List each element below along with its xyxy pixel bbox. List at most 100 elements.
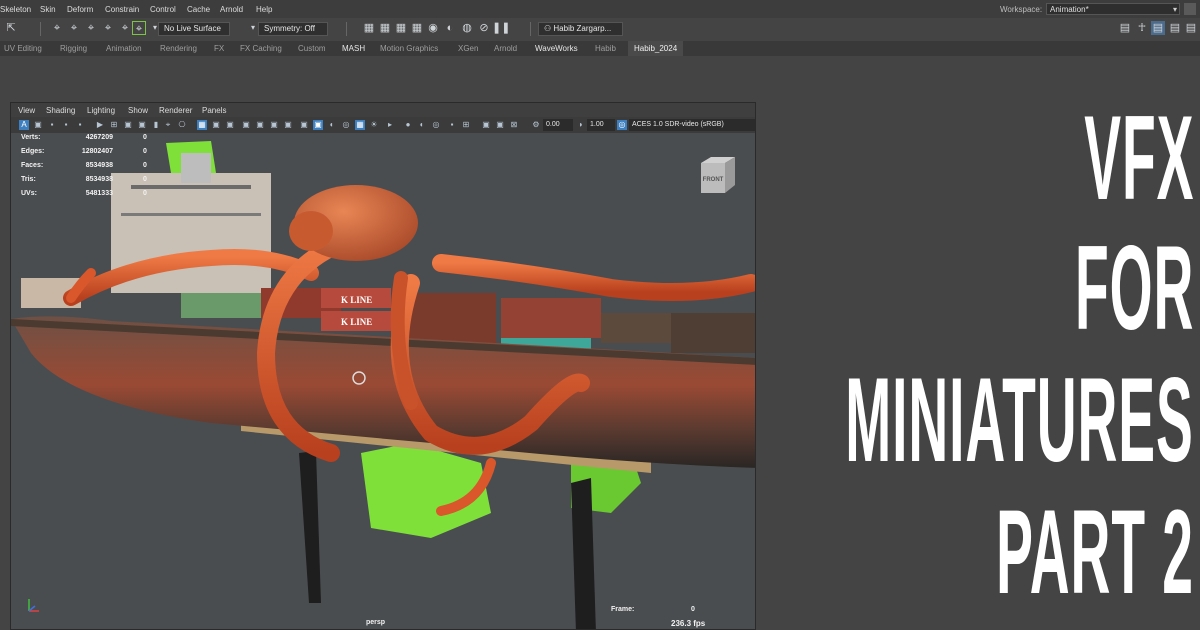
frame-label: Frame: — [611, 606, 635, 613]
2d-pan-zoom-icon[interactable]: ▪ — [75, 120, 85, 130]
channel-box-icon[interactable]: ▤ — [1184, 21, 1198, 35]
render-icon[interactable]: ▦ — [378, 21, 392, 35]
xray-icon[interactable]: ◎ — [341, 120, 351, 130]
user-account-field[interactable]: ⚇ Habib Zargarp... — [538, 22, 623, 36]
film-gate-icon[interactable]: ▣ — [123, 120, 133, 130]
resolution-gate-icon[interactable]: ▣ — [137, 120, 147, 130]
exposure-field[interactable]: 0.00 — [543, 119, 573, 131]
attribute-editor-icon[interactable]: ▤ — [1151, 21, 1165, 35]
xray-joints-icon[interactable]: ▦ — [355, 120, 365, 130]
new-scene-icon[interactable]: ▦ — [362, 21, 376, 35]
viewport-panel[interactable]: View Shading Lighting Show Renderer Pane… — [10, 102, 756, 630]
tab-mash[interactable]: MASH — [342, 44, 365, 53]
exposure-icon[interactable]: ⚙ — [531, 120, 541, 130]
ssao-icon[interactable]: ◎ — [431, 120, 441, 130]
menu-constrain[interactable]: Constrain — [105, 5, 139, 14]
camera-attributes-icon[interactable]: ▣ — [33, 120, 43, 130]
bookmark-icon[interactable]: ▪ — [47, 120, 57, 130]
select-camera-icon[interactable]: A — [19, 120, 29, 130]
tab-fx[interactable]: FX — [214, 44, 224, 53]
tab-rendering[interactable]: Rendering — [160, 44, 197, 53]
shaded-wire-icon[interactable]: ▣ — [225, 120, 235, 130]
menu-skeleton[interactable]: Skeleton — [0, 5, 31, 14]
viewport-menu-panels[interactable]: Panels — [202, 106, 226, 115]
modeling-toolkit-icon[interactable]: ▤ — [1118, 21, 1132, 35]
light-bulb-icon[interactable]: ☀ — [369, 120, 379, 130]
viewport-menu-show[interactable]: Show — [128, 106, 148, 115]
hud-settings-icon[interactable]: ⊞ — [461, 120, 471, 130]
symmetry-field[interactable]: Symmetry: Off — [258, 22, 328, 36]
snap-point-icon[interactable]: ⌖ — [84, 21, 98, 35]
snap-curve-icon[interactable]: ⌖ — [67, 21, 81, 35]
ipr-render-icon[interactable]: ▦ — [394, 21, 408, 35]
smooth-shade-icon[interactable]: ▣ — [211, 120, 221, 130]
tab-arnold[interactable]: Arnold — [494, 44, 517, 53]
tab-habib[interactable]: Habib — [595, 44, 616, 53]
tool-settings-icon[interactable]: ▤ — [1168, 21, 1182, 35]
viewport-menu-view[interactable]: View — [18, 106, 35, 115]
select-tool-icon[interactable]: ⇱ — [4, 21, 18, 35]
view-transform-field[interactable]: ACES 1.0 SDR-video (sRGB) — [629, 119, 755, 131]
tab-custom[interactable]: Custom — [298, 44, 326, 53]
divider — [346, 22, 347, 36]
isolate-select-icon[interactable]: ▸ — [385, 120, 395, 130]
menu-cache[interactable]: Cache — [187, 5, 210, 14]
wireframe-icon[interactable]: ▦ — [197, 120, 207, 130]
menu-control[interactable]: Control — [150, 5, 176, 14]
tab-fx-caching[interactable]: FX Caching — [240, 44, 282, 53]
shadows-icon[interactable]: ▣ — [269, 120, 279, 130]
render-settings-icon[interactable]: ▦ — [410, 21, 424, 35]
arnold-render-icon[interactable]: ◐ — [443, 21, 457, 35]
image-plane-icon[interactable]: ▪ — [61, 120, 71, 130]
gamma-icon[interactable]: ◑ — [575, 120, 585, 130]
tab-uv-editing[interactable]: UV Editing — [4, 44, 42, 53]
gamma-field[interactable]: 1.00 — [587, 119, 615, 131]
light-icon[interactable]: ◍ — [460, 21, 474, 35]
menu-arnold[interactable]: Arnold — [220, 5, 243, 14]
snap-live-icon[interactable]: ⌖ — [132, 21, 146, 35]
hud-icon[interactable]: ▪ — [447, 120, 457, 130]
snap-view-icon[interactable]: ⌖ — [101, 21, 115, 35]
viewport-menu-lighting[interactable]: Lighting — [87, 106, 115, 115]
gate-mask-icon[interactable]: ▮ — [151, 120, 161, 130]
backface-icon[interactable]: ◐ — [417, 120, 427, 130]
depth-of-field-icon[interactable]: ◐ — [327, 120, 337, 130]
tab-rigging[interactable]: Rigging — [60, 44, 87, 53]
sphere-icon[interactable]: ● — [403, 120, 413, 130]
textured-icon[interactable]: ▣ — [241, 120, 251, 130]
motion-blur-icon[interactable]: ▣ — [299, 120, 309, 130]
workspace-select[interactable]: Animation* ▾ — [1046, 3, 1180, 15]
live-surface-field[interactable]: No Live Surface — [158, 22, 230, 36]
isolate-icon[interactable]: ⊠ — [509, 120, 519, 130]
screen-space-ao-icon[interactable]: ▣ — [283, 120, 293, 130]
frame-all-icon[interactable]: ▣ — [481, 120, 491, 130]
antialiasing-icon[interactable]: ▣ — [313, 120, 323, 130]
hypershade-icon[interactable]: ◉ — [426, 21, 440, 35]
snap-surface-icon[interactable]: ⌖ — [118, 21, 132, 35]
tab-habib-2024[interactable]: Habib_2024 — [628, 41, 684, 56]
menu-help[interactable]: Help — [256, 5, 272, 14]
field-chart-icon[interactable]: ⌖ — [163, 120, 173, 130]
tab-animation[interactable]: Animation — [106, 44, 142, 53]
pause-icon[interactable]: ❚❚ — [492, 21, 510, 35]
frame-selected-icon[interactable]: ▣ — [495, 120, 505, 130]
viewport-menu-shading[interactable]: Shading — [46, 106, 75, 115]
tab-motion-graphics[interactable]: Motion Graphics — [380, 44, 438, 53]
color-management-icon[interactable]: ◎ — [617, 120, 627, 130]
scene-render[interactable]: K LINE K LINE — [11, 133, 756, 630]
no-render-icon[interactable]: ⊘ — [477, 21, 491, 35]
safe-action-icon[interactable]: ⎔ — [177, 120, 187, 130]
workspace-menu-icon[interactable] — [1184, 3, 1196, 15]
menu-deform[interactable]: Deform — [67, 5, 93, 14]
tab-waveworks[interactable]: WaveWorks — [535, 44, 578, 53]
snap-grid-icon[interactable]: ⌖ — [50, 21, 64, 35]
view-cube[interactable]: FRONT — [697, 155, 737, 195]
grease-pencil-icon[interactable]: ▶ — [95, 120, 105, 130]
container-stack — [501, 298, 601, 338]
use-all-lights-icon[interactable]: ▣ — [255, 120, 265, 130]
tab-xgen[interactable]: XGen — [458, 44, 478, 53]
viewport-menu-renderer[interactable]: Renderer — [159, 106, 192, 115]
menu-skin[interactable]: Skin — [40, 5, 56, 14]
grid-toggle-icon[interactable]: ⊞ — [109, 120, 119, 130]
character-controls-icon[interactable]: ☥ — [1135, 21, 1149, 35]
